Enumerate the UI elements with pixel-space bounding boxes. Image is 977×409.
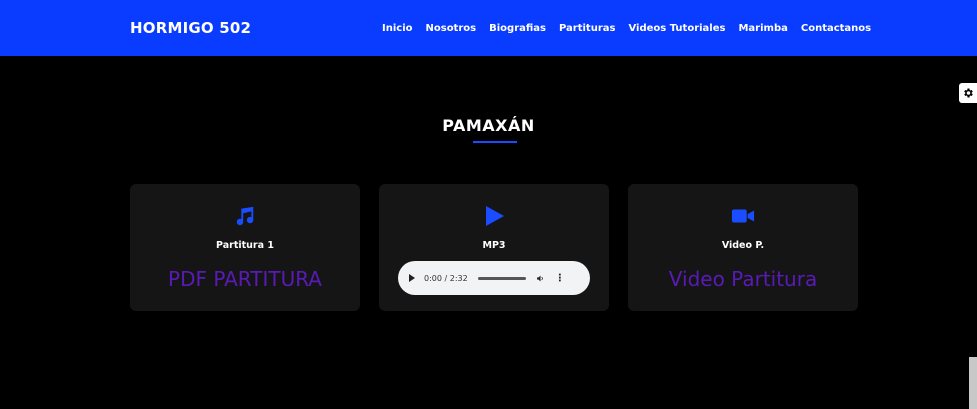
- nav-contactanos[interactable]: Contactanos: [801, 23, 871, 34]
- volume-icon[interactable]: [536, 274, 545, 283]
- music-note-icon: [130, 202, 360, 230]
- scrollbar[interactable]: [969, 357, 977, 409]
- card-title: MP3: [482, 240, 506, 251]
- card-title: Partitura 1: [216, 240, 274, 251]
- nav-marimba[interactable]: Marimba: [738, 23, 787, 34]
- title-underline: [473, 141, 517, 143]
- nav-menu: Inicio Nosotros Biografias Partituras Vi…: [382, 0, 871, 56]
- video-partitura-link[interactable]: Video Partitura: [628, 267, 858, 291]
- card-mp3: MP3 0:00 / 2:32 ⋮: [379, 184, 609, 311]
- nav-nosotros[interactable]: Nosotros: [426, 23, 477, 34]
- audio-time: 0:00 / 2:32: [424, 273, 468, 283]
- nav-inicio[interactable]: Inicio: [382, 23, 413, 34]
- play-icon: [379, 202, 609, 230]
- page-title: PAMAXÁN: [442, 116, 535, 135]
- nav-videos-tutoriales[interactable]: Videos Tutoriales: [628, 23, 725, 34]
- nav-biografias[interactable]: Biografias: [489, 23, 546, 34]
- navbar: HORMIGO 502 Inicio Nosotros Biografias P…: [0, 0, 977, 56]
- gear-icon: [964, 88, 973, 98]
- video-camera-icon: [628, 202, 858, 230]
- card-video: Video P. Video Partitura: [628, 184, 858, 311]
- audio-play-icon[interactable]: [409, 274, 415, 282]
- card-partitura: Partitura 1 PDF PARTITURA: [130, 184, 360, 311]
- card-title: Video P.: [721, 240, 765, 251]
- nav-partituras[interactable]: Partituras: [559, 23, 615, 34]
- settings-button[interactable]: [959, 83, 977, 103]
- pdf-partitura-link[interactable]: PDF PARTITURA: [130, 267, 360, 291]
- brand-logo[interactable]: HORMIGO 502: [130, 0, 251, 56]
- audio-progress-bar[interactable]: [477, 276, 526, 280]
- audio-player[interactable]: 0:00 / 2:32 ⋮: [398, 261, 590, 295]
- more-options-icon[interactable]: ⋮: [555, 273, 565, 284]
